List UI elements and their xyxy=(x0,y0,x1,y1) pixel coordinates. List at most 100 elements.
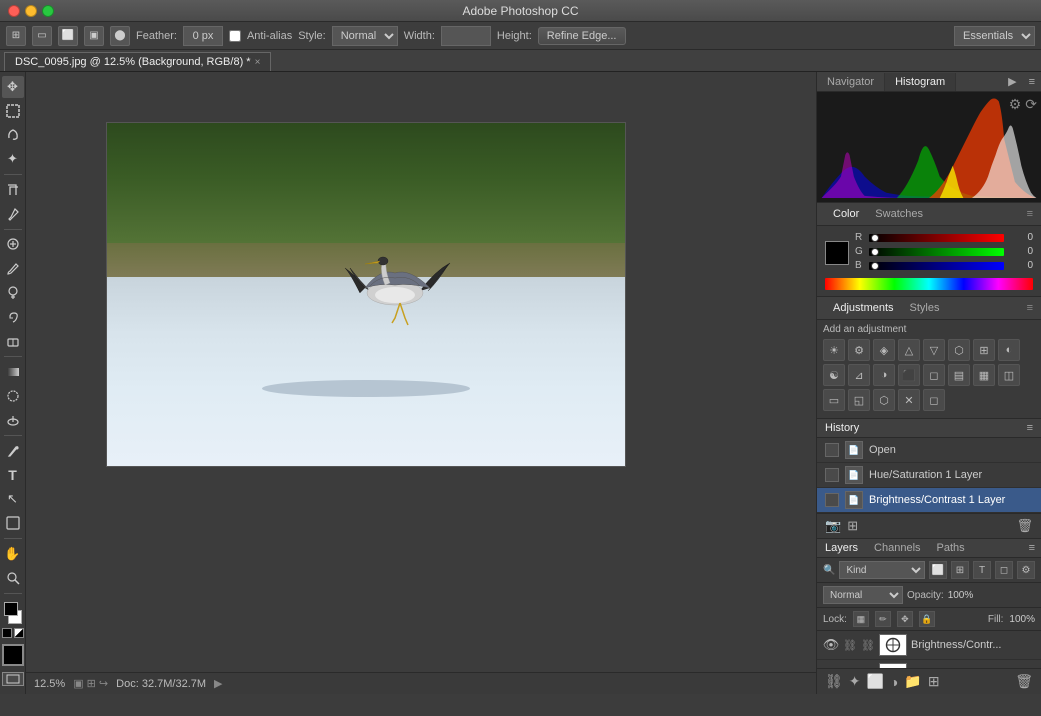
gradient-map-icon[interactable]: ▦ xyxy=(973,364,995,386)
tool-preset-icon[interactable]: ⊞ xyxy=(6,26,26,46)
width-input[interactable] xyxy=(441,26,491,46)
maximize-button[interactable] xyxy=(42,5,54,17)
move-tool[interactable]: ✥ xyxy=(2,76,24,98)
layer-hue-saturation[interactable]: 👁 ⛓ ⛓ Hue/Saturation 1 xyxy=(817,660,1041,668)
intersect-icon[interactable]: ⬤ xyxy=(110,26,130,46)
color-tab[interactable]: Color xyxy=(825,206,867,222)
red-slider-track[interactable] xyxy=(869,234,1004,242)
blend-mode-select[interactable]: Normal xyxy=(823,586,903,604)
active-color-swatch[interactable] xyxy=(825,241,849,265)
hue-sat-icon[interactable]: ⬡ xyxy=(948,339,970,361)
adj-icon-11[interactable]: ⬡ xyxy=(873,389,895,411)
filter-type-icon[interactable]: T xyxy=(973,561,991,579)
new-layer-button[interactable]: ⊞ xyxy=(928,673,940,690)
fixed-ratio-icon[interactable]: ⬜ xyxy=(58,26,78,46)
green-slider-thumb[interactable] xyxy=(871,248,879,256)
default-colors-icon[interactable] xyxy=(2,628,12,638)
histogram-tab[interactable]: Histogram xyxy=(885,73,956,91)
lock-image-icon[interactable]: ✏ xyxy=(875,611,891,627)
shape-tool[interactable] xyxy=(2,512,24,534)
feather-input[interactable] xyxy=(183,26,223,46)
window-controls[interactable] xyxy=(8,5,54,17)
magic-wand-tool[interactable]: ✦ xyxy=(2,148,24,170)
curves-icon[interactable]: ◈ xyxy=(873,339,895,361)
history-collapse-icon[interactable]: ≡ xyxy=(1027,422,1033,434)
history-check-hue-sat[interactable] xyxy=(825,468,839,482)
type-tool[interactable]: T xyxy=(2,464,24,486)
brush-tool[interactable] xyxy=(2,258,24,280)
layers-options-menu[interactable]: ≡ xyxy=(1023,539,1041,557)
layer-brightness-contrast[interactable]: 👁 ⛓ ⛓ Brightness/Contr... xyxy=(817,631,1041,660)
red-slider-thumb[interactable] xyxy=(871,234,879,242)
anti-alias-checkbox[interactable] xyxy=(229,30,241,42)
gradient-tool[interactable] xyxy=(2,361,24,383)
layers-tab[interactable]: Layers xyxy=(817,539,866,557)
layer-link-brightness[interactable]: ⛓ xyxy=(843,638,857,652)
history-item-brightness[interactable]: 📄 Brightness/Contrast 1 Layer xyxy=(817,488,1041,513)
photo-filter-icon[interactable]: ☯ xyxy=(823,364,845,386)
swatches-tab[interactable]: Swatches xyxy=(867,206,931,222)
layer-visibility-brightness[interactable]: 👁 xyxy=(823,637,839,653)
filter-shape-icon[interactable]: ◻ xyxy=(995,561,1013,579)
quick-mask-icon[interactable] xyxy=(2,644,24,666)
filter-smart-icon[interactable]: ⚙ xyxy=(1017,561,1035,579)
lasso-tool[interactable] xyxy=(2,124,24,146)
eraser-tool[interactable] xyxy=(2,330,24,352)
history-item-hue-sat[interactable]: 📄 Hue/Saturation 1 Layer xyxy=(817,463,1041,488)
refine-edge-button[interactable]: Refine Edge... xyxy=(538,27,626,45)
adjustment-layer-button[interactable]: ◑ xyxy=(890,674,898,690)
delete-layer-button[interactable]: 🗑 xyxy=(1015,673,1033,690)
adj-icon-9[interactable]: ▭ xyxy=(823,389,845,411)
adjustments-tab[interactable]: Adjustments xyxy=(825,300,902,316)
green-slider-track[interactable] xyxy=(869,248,1004,256)
blur-tool[interactable] xyxy=(2,385,24,407)
vibrance-icon[interactable]: ▽ xyxy=(923,339,945,361)
lock-transparent-icon[interactable]: ▦ xyxy=(853,611,869,627)
posterize-icon[interactable]: ◻ xyxy=(923,364,945,386)
hand-tool[interactable]: ✋ xyxy=(2,543,24,565)
fixed-size-icon[interactable]: ▣ xyxy=(84,26,104,46)
panel-collapse-icon[interactable]: ≡ xyxy=(1023,73,1041,91)
close-button[interactable] xyxy=(8,5,20,17)
document-tab[interactable]: DSC_0095.jpg @ 12.5% (Background, RGB/8)… xyxy=(4,52,271,71)
levels-icon[interactable]: ⚙ xyxy=(848,339,870,361)
zoom-tool[interactable] xyxy=(2,567,24,589)
brightness-contrast-icon[interactable]: ☀ xyxy=(823,339,845,361)
tab-close-button[interactable]: × xyxy=(255,57,261,68)
panel-arrow[interactable]: ▶ xyxy=(1002,72,1022,91)
create-new-from-history-icon[interactable]: ⊞ xyxy=(847,518,858,534)
threshold-icon[interactable]: ▤ xyxy=(948,364,970,386)
color-swatches[interactable] xyxy=(2,602,24,624)
color-balance-icon[interactable]: ⊞ xyxy=(973,339,995,361)
layer-chain-brightness[interactable]: ⛓ xyxy=(861,638,875,652)
group-layers-button[interactable]: 📁 xyxy=(904,673,921,690)
channel-mixer-icon[interactable]: ⊿ xyxy=(848,364,870,386)
adjustments-menu[interactable]: ≡ xyxy=(1027,302,1033,314)
eyedropper-tool[interactable] xyxy=(2,203,24,225)
swap-colors-icon[interactable] xyxy=(14,628,24,638)
lock-position-icon[interactable]: ✥ xyxy=(897,611,913,627)
photo-canvas[interactable] xyxy=(106,122,626,467)
histogram-settings-icon[interactable]: ⚙ xyxy=(1009,96,1022,113)
rect-select-icon[interactable]: ▭ xyxy=(32,26,52,46)
adj-icon-13[interactable]: ◻ xyxy=(923,389,945,411)
crop-tool[interactable] xyxy=(2,179,24,201)
screen-mode-icon[interactable] xyxy=(2,672,24,686)
add-mask-button[interactable]: ⬜ xyxy=(867,673,884,690)
healing-tool[interactable] xyxy=(2,234,24,256)
kind-select[interactable]: Kind xyxy=(839,561,925,579)
history-check-open[interactable] xyxy=(825,443,839,457)
histogram-refresh-icon[interactable]: ⟳ xyxy=(1025,96,1037,113)
adj-icon-12[interactable]: ✕ xyxy=(898,389,920,411)
history-check-brightness[interactable] xyxy=(825,493,839,507)
layer-effects-button[interactable]: ✦ xyxy=(849,673,861,690)
bw-icon[interactable]: ◐ xyxy=(998,339,1020,361)
workspace-select[interactable]: Essentials xyxy=(954,26,1035,46)
burn-tool[interactable] xyxy=(2,409,24,431)
blue-slider-thumb[interactable] xyxy=(871,262,879,270)
styles-tab[interactable]: Styles xyxy=(902,300,948,316)
adj-icon-10[interactable]: ◱ xyxy=(848,389,870,411)
link-layers-button[interactable]: ⛓ xyxy=(825,673,843,690)
blue-slider-track[interactable] xyxy=(869,262,1004,270)
delete-history-icon[interactable]: 🗑 xyxy=(1016,518,1033,534)
